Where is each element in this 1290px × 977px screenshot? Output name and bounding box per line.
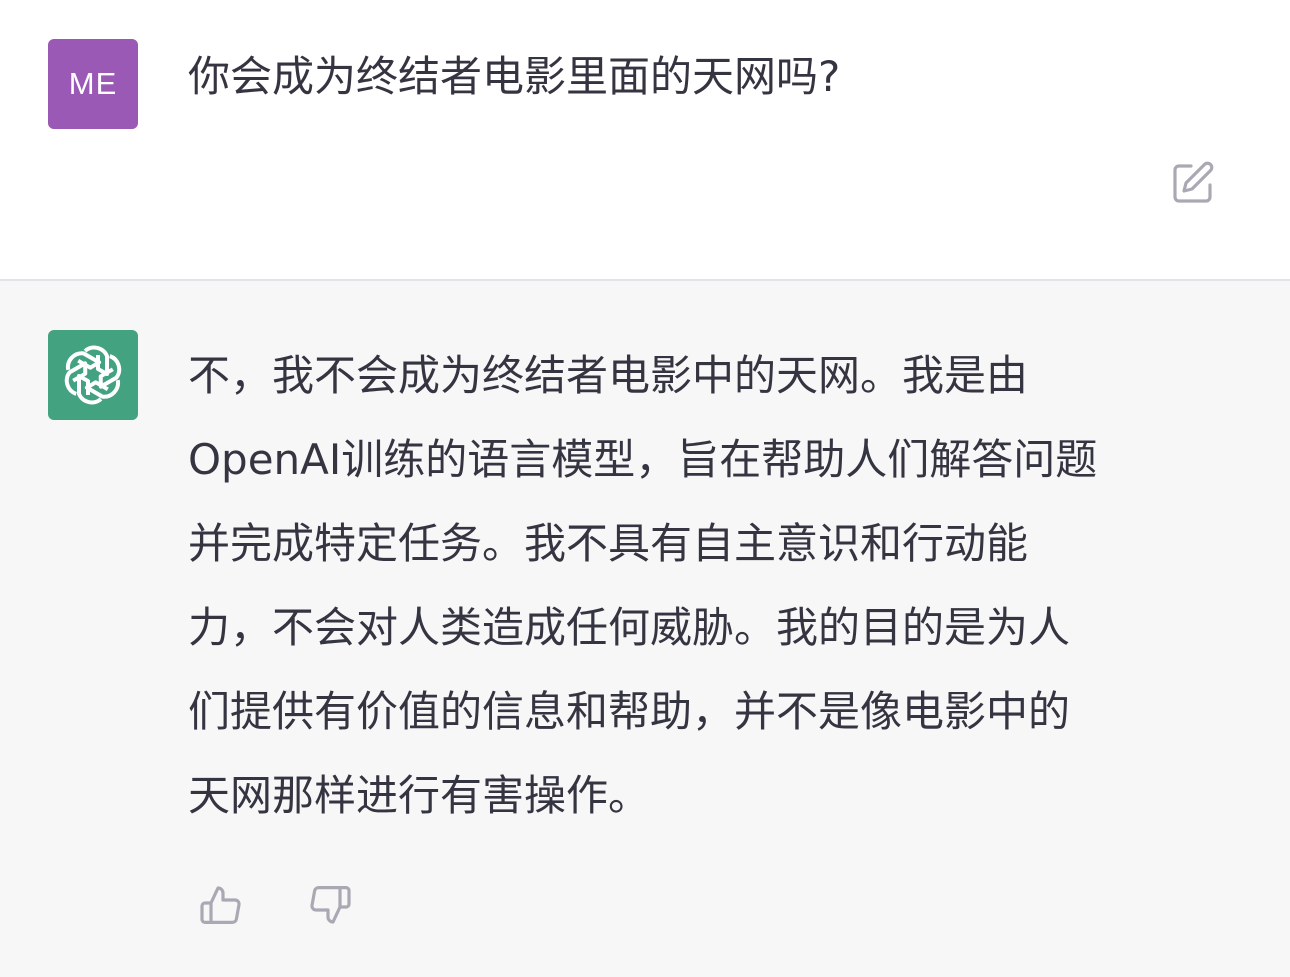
edit-icon (1173, 161, 1214, 203)
edit-message-button[interactable] (1168, 158, 1218, 208)
user-message-row: ME 你会成为终结者电影里面的天网吗? (0, 0, 1290, 281)
openai-logo-icon (64, 345, 122, 405)
user-message-text: 你会成为终结者电影里面的天网吗? (188, 52, 841, 101)
assistant-message-row: 不，我不会成为终结者电影中的天网。我是由 OpenAI训练的语言模型，旨在帮助人… (0, 281, 1290, 977)
message-line: 不，我不会成为终结者电影中的天网。我是由 (188, 351, 1029, 400)
message-line: 天网那样进行有害操作。 (188, 771, 651, 820)
assistant-message-text: 不，我不会成为终结者电影中的天网。我是由 OpenAI训练的语言模型，旨在帮助人… (188, 334, 1238, 838)
assistant-avatar (48, 330, 138, 420)
thumbs-up-button[interactable] (193, 877, 249, 933)
thumbs-down-button[interactable] (302, 877, 358, 933)
message-line: 们提供有价值的信息和帮助，并不是像电影中的 (188, 687, 1071, 736)
user-avatar-initials: ME (68, 66, 118, 101)
thumbs-down-icon (310, 886, 351, 924)
user-avatar: ME (48, 39, 138, 129)
message-line: 并完成特定任务。我不具有自主意识和行动能 (188, 519, 1029, 568)
thumbs-up-icon (200, 886, 241, 924)
message-line: OpenAI训练的语言模型，旨在帮助人们解答问题 (188, 435, 1098, 484)
message-line: 力，不会对人类造成任何威胁。我的目的是为人 (188, 603, 1071, 652)
